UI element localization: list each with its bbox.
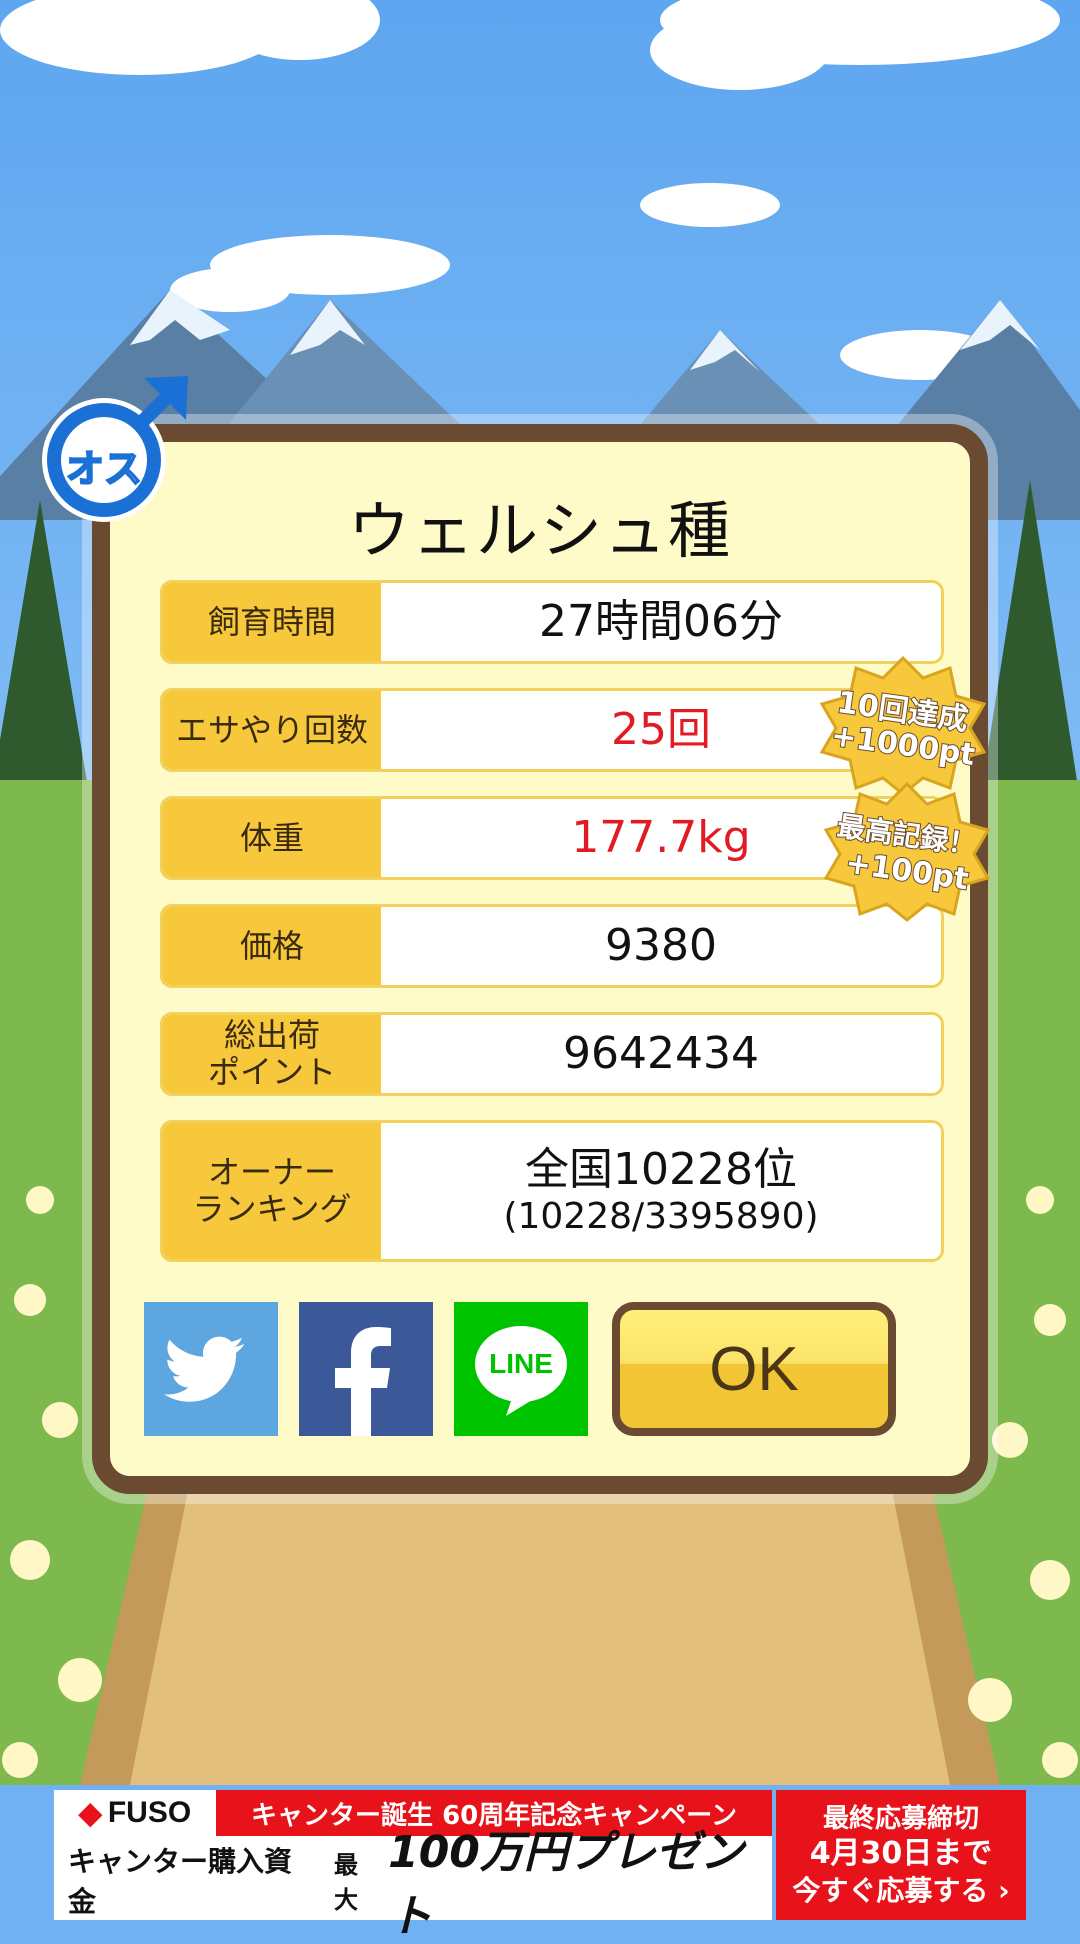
gender-label: オス (65, 446, 143, 492)
ad-deadline-label: 最終応募締切 (822, 1803, 979, 1834)
twitter-share-button[interactable] (144, 1302, 278, 1436)
stat-row-breeding-time: 飼育時間 27時間06分 (160, 580, 944, 664)
ok-button[interactable]: OK (612, 1302, 896, 1436)
stat-row-total-points: 総出荷 ポイント 9642434 (160, 1012, 944, 1096)
fuso-logo: ◆ FUSO (54, 1790, 216, 1836)
stat-label: 総出荷 ポイント (163, 1015, 381, 1093)
line-share-button[interactable]: LINE (454, 1302, 588, 1436)
ad-banner[interactable]: ◆ FUSO キャンター誕生 60周年記念キャンペーン キャンター購入資金 最大… (54, 1790, 1026, 1942)
stat-label: 価格 (163, 907, 381, 985)
stat-label: オーナー ランキング (163, 1123, 381, 1259)
stat-value: 9642434 (563, 1027, 759, 1079)
ad-main-text: キャンター購入資金 最大 100万円プレゼント (54, 1827, 772, 1942)
breed-title: ウェルシュ種 (347, 494, 732, 567)
ad-main-small: 最大 (333, 1851, 358, 1914)
stat-label: 飼育時間 (163, 583, 381, 661)
ad-deadline-date: 4月30日まで (809, 1836, 993, 1871)
male-gender-badge: オス (36, 372, 196, 532)
ad-left-panel[interactable]: ◆ FUSO キャンター誕生 60周年記念キャンペーン キャンター購入資金 最大… (54, 1790, 772, 1942)
ranking-value: 全国10228位 (10228/3395890) (381, 1123, 941, 1259)
ad-logo-text: FUSO (107, 1796, 192, 1829)
facebook-share-button[interactable] (299, 1302, 433, 1436)
ad-apply-panel[interactable]: 最終応募締切 4月30日まで 今すぐ応募する › (776, 1790, 1026, 1920)
ranking-sub: (10228/3395890) (503, 1195, 819, 1237)
stat-label: エサやり回数 (163, 691, 381, 769)
mitsubishi-logo-icon: ◆ (78, 1796, 102, 1830)
weight-record-badge: 最高記録！ +100pt (822, 781, 992, 922)
line-label: LINE (489, 1348, 553, 1379)
facebook-icon (335, 1327, 391, 1436)
ad-apply-link[interactable]: 今すぐ応募する › (776, 1873, 1026, 1908)
ranking-main: 全国10228位 (525, 1144, 797, 1195)
stat-value: 27時間06分 (539, 595, 783, 647)
twitter-icon (164, 1336, 245, 1402)
stat-label: 体重 (163, 799, 381, 877)
ad-main-left: キャンター購入資金 (68, 1845, 293, 1918)
feed-achievement-badge: 10回達成 +1000pt (818, 655, 988, 796)
stat-row-owner-ranking: オーナー ランキング 全国10228位 (10228/3395890) (160, 1120, 944, 1262)
ad-main-big: 100万円プレゼント (388, 1827, 744, 1942)
